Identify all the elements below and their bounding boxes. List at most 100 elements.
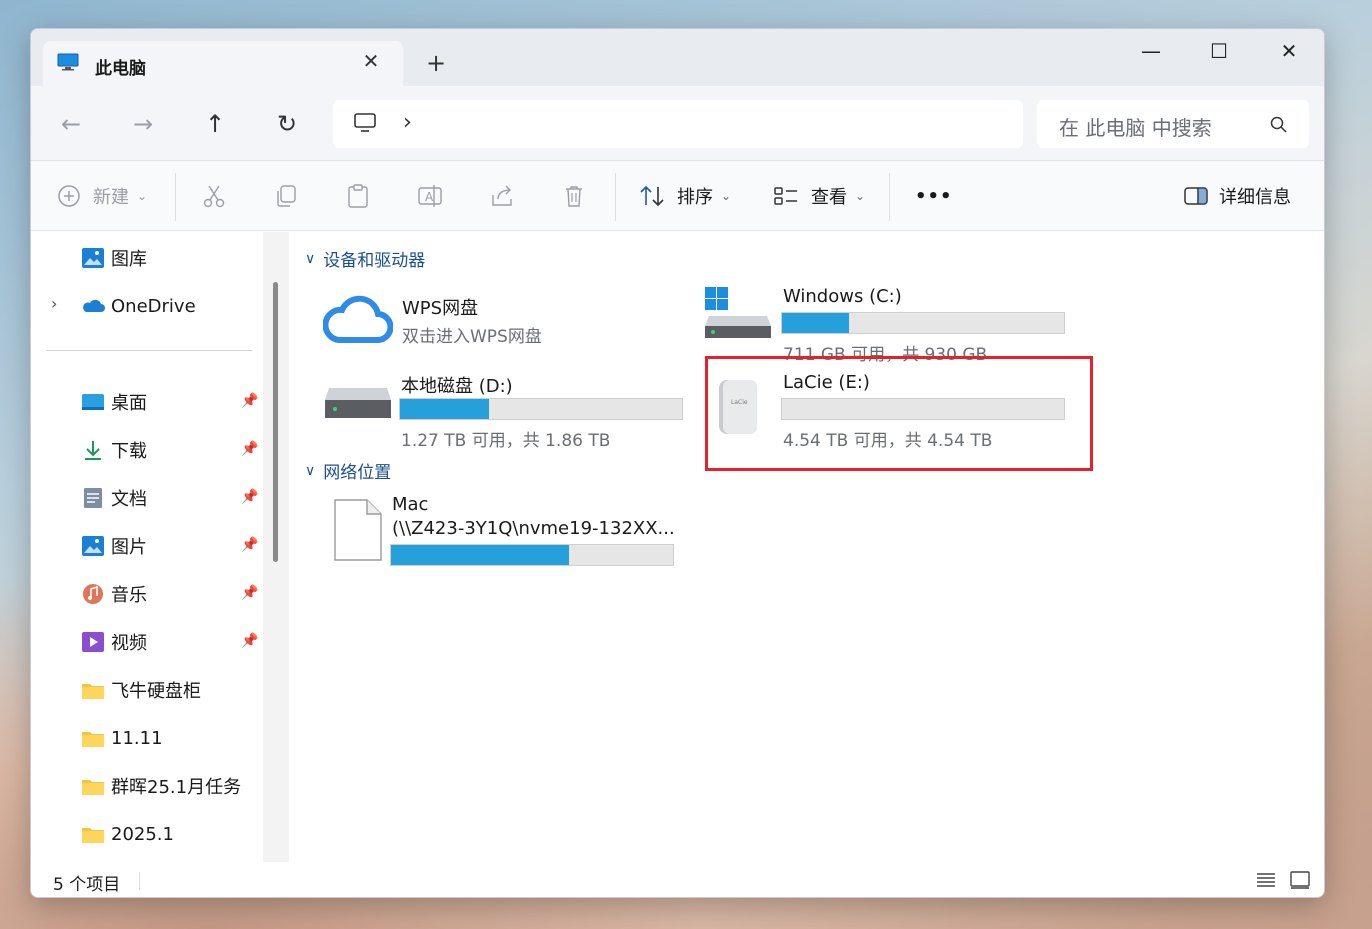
sort-icon	[640, 185, 664, 207]
sidebar-item-label: 下载	[111, 441, 147, 462]
refresh-button[interactable]: ↻	[271, 108, 303, 140]
divider	[615, 173, 616, 221]
new-tab-button[interactable]: +	[424, 51, 448, 75]
sidebar-item-folder[interactable]: 群晖25.1月任务	[81, 772, 241, 800]
back-button[interactable]: ←	[55, 108, 87, 140]
sidebar-item-label: 11.11	[111, 727, 163, 749]
view-label: 查看	[811, 187, 847, 208]
copy-icon[interactable]	[273, 183, 299, 209]
drive-name: Windows (C:)	[783, 286, 902, 307]
more-options-button[interactable]: •••	[915, 181, 953, 211]
search-box[interactable]: 在 此电脑 中搜索	[1037, 100, 1309, 148]
pin-icon[interactable]: 📌	[241, 441, 259, 459]
share-icon[interactable]	[489, 183, 515, 209]
tab-this-pc[interactable]: 此电脑 ✕	[43, 41, 403, 87]
pin-icon[interactable]: 📌	[241, 393, 259, 411]
status-bar: 5 个项目	[31, 862, 1324, 897]
onedrive-icon	[83, 299, 105, 312]
sidebar-item-label: 图库	[111, 249, 147, 270]
download-icon	[85, 441, 101, 460]
details-label: 详细信息	[1219, 187, 1291, 208]
sidebar-item-folder[interactable]: 飞牛硬盘柜	[81, 676, 201, 704]
sidebar-item-onedrive[interactable]: OneDrive	[81, 292, 196, 320]
network-name: Mac	[392, 494, 429, 515]
sort-button[interactable]: 排序 ⌄	[639, 181, 731, 211]
sidebar-item-folder[interactable]: 11.11	[81, 724, 163, 752]
sidebar-item-music[interactable]: 音乐	[81, 580, 147, 608]
group-header-network[interactable]: ∨ 网络位置	[305, 458, 391, 484]
tiles-view-icon[interactable]	[1289, 870, 1311, 890]
sidebar-item-documents[interactable]: 文档	[81, 484, 147, 512]
sidebar-item-videos[interactable]: 视频	[81, 628, 147, 656]
sidebar-item-label: OneDrive	[111, 295, 196, 317]
drive-tile-c[interactable]: Windows (C:) 711 GB 可用，共 930 GB	[703, 280, 1073, 365]
new-button[interactable]: 新建 ⌄	[57, 181, 147, 211]
close-window-button[interactable]: ✕	[1269, 37, 1309, 67]
folder-icon	[82, 828, 104, 843]
pin-icon[interactable]: 📌	[241, 585, 259, 603]
search-icon	[1270, 116, 1287, 133]
sidebar-item-label: 文档	[111, 489, 147, 510]
cloud-icon	[323, 295, 393, 343]
maximize-button[interactable]: ☐	[1199, 37, 1239, 67]
forward-button[interactable]: →	[127, 108, 159, 140]
sidebar-item-label: 飞牛硬盘柜	[111, 681, 201, 702]
sidebar-item-label: 2025.1	[111, 823, 174, 845]
hard-drive-icon	[325, 388, 391, 418]
pin-icon[interactable]: 📌	[241, 633, 259, 651]
chevron-down-icon: ⌄	[721, 189, 732, 203]
drive-usage-fill	[400, 399, 490, 419]
svg-text:A: A	[425, 190, 434, 204]
sidebar-item-downloads[interactable]: 下载	[81, 436, 147, 464]
navigation-bar: ← → ↑ ↻ › 在 此电脑 中搜索	[31, 86, 1324, 161]
sidebar-item-pictures[interactable]: 图片	[81, 532, 147, 560]
document-icon	[84, 488, 102, 508]
desktop-icon	[82, 394, 104, 410]
minimize-button[interactable]: —	[1131, 37, 1171, 67]
close-tab-icon[interactable]: ✕	[361, 50, 381, 72]
delete-icon[interactable]	[561, 183, 587, 209]
gallery-icon	[82, 248, 104, 268]
rename-icon[interactable]: A	[417, 183, 443, 209]
highlight-box	[705, 356, 1093, 471]
drive-tile-d[interactable]: 本地磁盘 (D:) 1.27 TB 可用，共 1.86 TB	[325, 368, 685, 451]
up-button[interactable]: ↑	[199, 108, 231, 140]
expand-chevron-icon[interactable]: ›	[51, 294, 57, 313]
network-path: (\\Z423-3Y1Q\nvme19-132XX...	[392, 518, 675, 539]
chevron-down-icon: ⌄	[855, 189, 866, 203]
pin-icon[interactable]: 📌	[241, 489, 259, 507]
group-header-devices[interactable]: ∨ 设备和驱动器	[305, 246, 426, 272]
address-bar[interactable]: ›	[333, 100, 1023, 148]
pin-icon[interactable]: 📌	[241, 537, 259, 555]
network-location-mac[interactable]: Mac (\\Z423-3Y1Q\nvme19-132XX...	[331, 492, 691, 572]
sidebar-item-gallery[interactable]: 图库	[81, 244, 147, 272]
sidebar-item-folder[interactable]: 2025.1	[81, 820, 174, 848]
command-bar: 新建 ⌄ A 排序 ⌄ 查看 ⌄ ••• 详细信息	[31, 161, 1324, 231]
sidebar-scrollbar-thumb[interactable]	[273, 282, 278, 562]
sidebar-item-desktop[interactable]: 桌面	[81, 388, 147, 416]
divider	[889, 173, 890, 221]
drive-name: WPS网盘	[402, 298, 479, 319]
new-label: 新建	[93, 187, 129, 208]
folder-icon	[82, 684, 104, 699]
view-icon	[774, 187, 797, 205]
sidebar-item-label: 图片	[111, 537, 147, 558]
drive-tile-wps[interactable]: WPS网盘 双击进入WPS网盘	[321, 288, 661, 358]
details-pane-button[interactable]: 详细信息	[1183, 181, 1291, 211]
sort-label: 排序	[677, 187, 713, 208]
group-header-label: 设备和驱动器	[323, 251, 426, 271]
drive-name: 本地磁盘 (D:)	[401, 376, 513, 397]
drive-subtitle: 双击进入WPS网盘	[402, 327, 542, 347]
details-view-icon[interactable]	[1255, 870, 1277, 890]
view-button[interactable]: 查看 ⌄	[773, 181, 865, 211]
file-explorer-window: 此电脑 ✕ + — ☐ ✕ ← → ↑ ↻ › 在 此电脑 中搜索 新建 ⌄ A…	[30, 28, 1325, 898]
item-count: 5 个项目	[53, 875, 121, 895]
video-icon	[82, 632, 104, 652]
paste-icon[interactable]	[345, 183, 371, 209]
title-bar: 此电脑 ✕ + — ☐ ✕	[31, 29, 1324, 87]
folder-icon	[82, 732, 104, 747]
breadcrumb-chevron-icon[interactable]: ›	[403, 110, 412, 135]
cut-icon[interactable]	[201, 183, 227, 209]
sidebar-divider	[46, 350, 252, 351]
music-icon	[83, 584, 103, 604]
